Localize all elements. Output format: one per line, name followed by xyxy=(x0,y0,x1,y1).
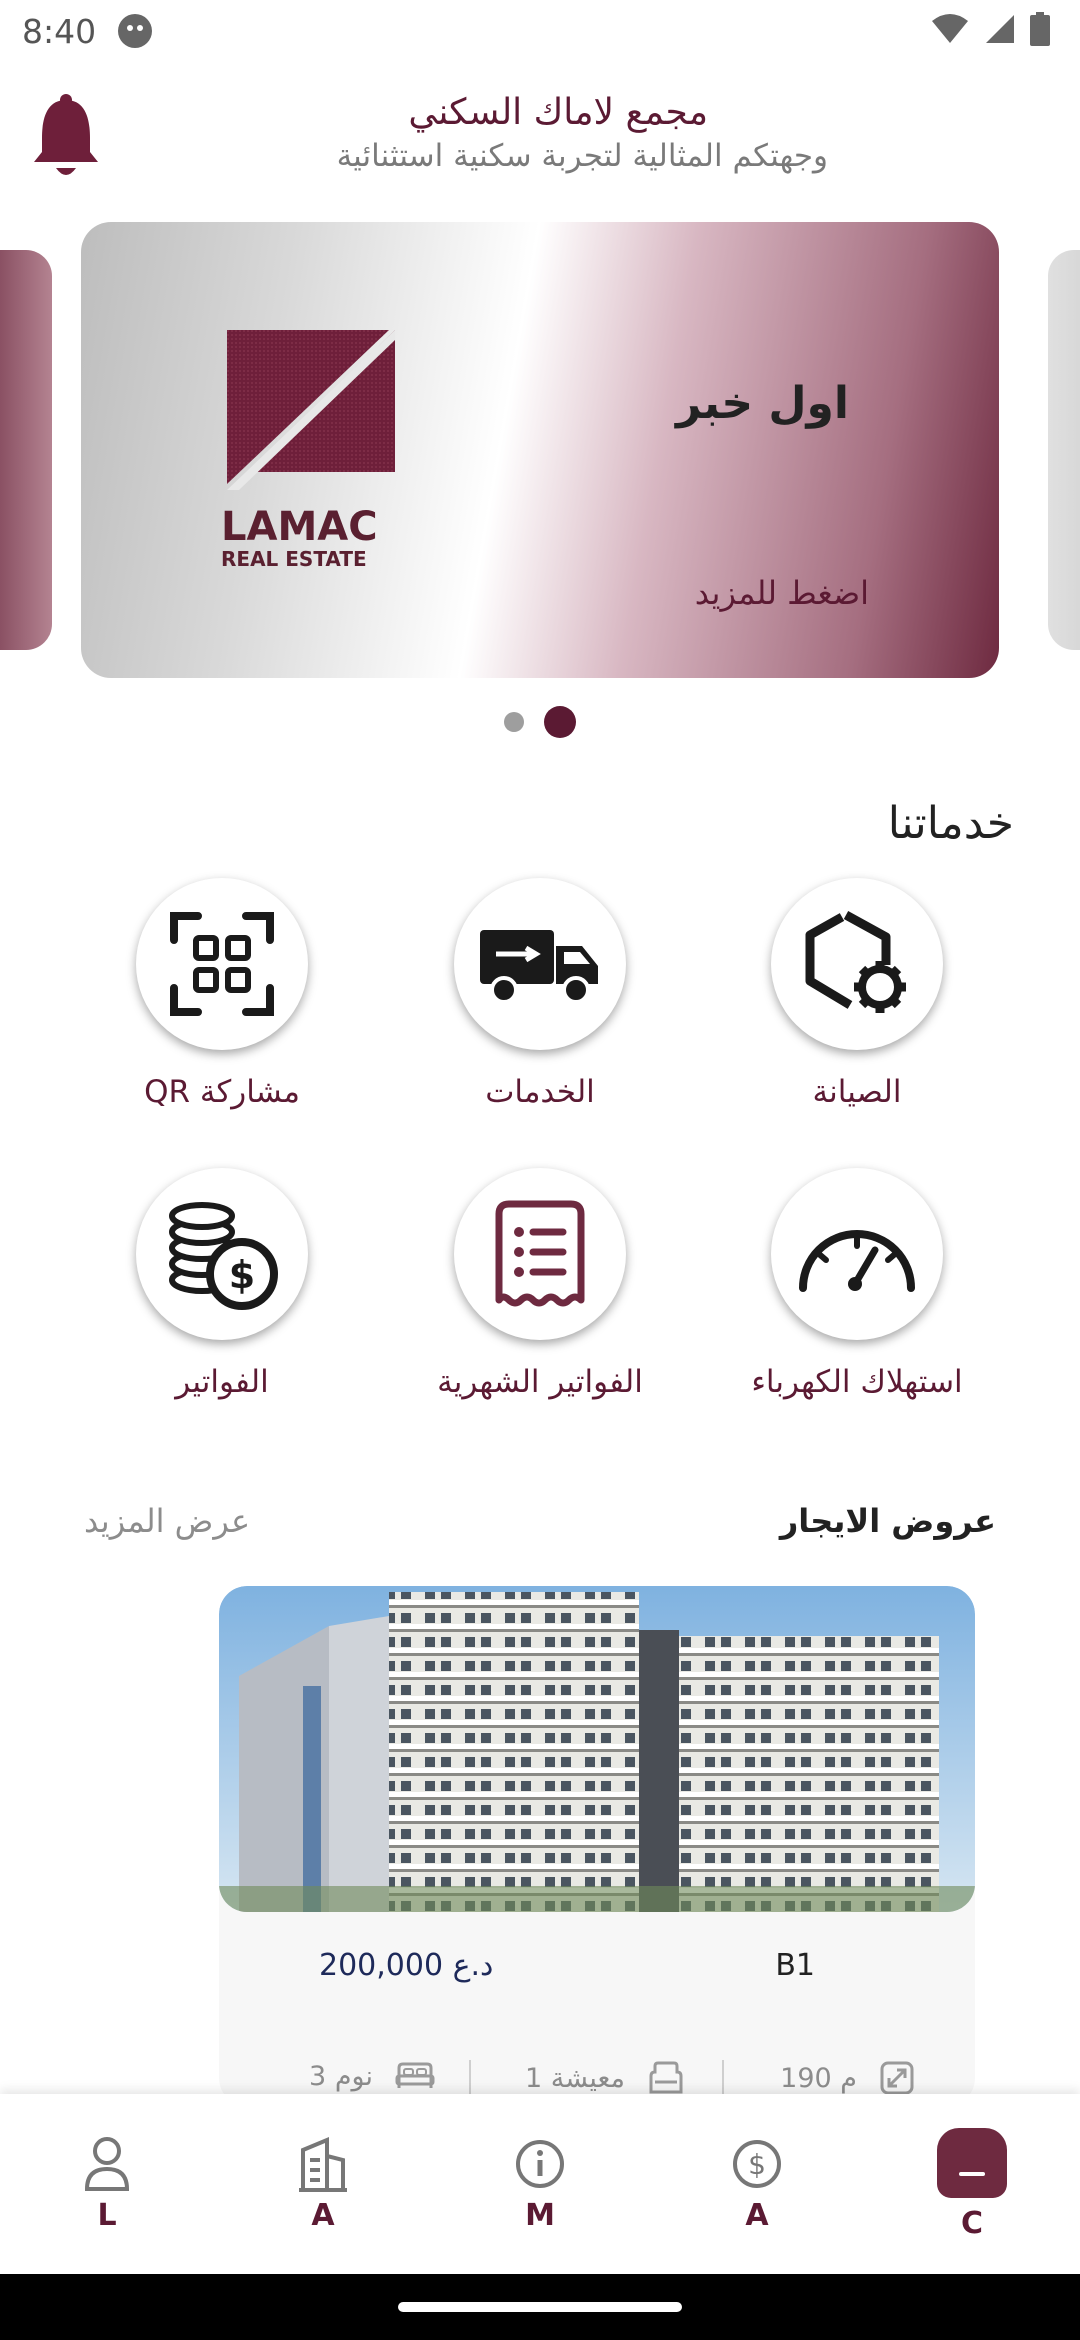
svg-text:REAL ESTATE: REAL ESTATE xyxy=(221,547,367,571)
service-bills[interactable]: $ الفواتير xyxy=(77,1168,367,1400)
rental-bedrooms: 3 نوم xyxy=(309,2060,435,2092)
nav-tab-c-active[interactable]: C xyxy=(912,2128,1032,2241)
rental-unit-code: B1 xyxy=(775,1948,815,1983)
rentals-see-more-link[interactable]: عرض المزيد xyxy=(84,1502,250,1540)
service-maintenance[interactable]: الصيانة xyxy=(712,878,1002,1110)
status-icons xyxy=(930,12,1050,46)
carousel-next-card[interactable] xyxy=(1048,250,1080,650)
rental-living-value: 1 معيشة xyxy=(525,2062,625,2094)
notification-bell-icon[interactable] xyxy=(30,92,102,182)
lamac-logo: LAMAC REAL ESTATE xyxy=(221,330,395,571)
service-label: الخدمات xyxy=(485,1074,595,1110)
news-card[interactable]: LAMAC REAL ESTATE اول خبر اضغط للمزيد xyxy=(81,222,999,678)
service-qr-share[interactable]: مشاركة QR xyxy=(77,878,367,1110)
building-icon xyxy=(299,2137,347,2192)
rental-area: 190 م xyxy=(780,2060,915,2096)
status-bar: 8:40 xyxy=(0,0,1080,62)
dollar-icon: $ xyxy=(733,2140,781,2188)
expand-icon xyxy=(880,2061,914,2095)
services-section-title: خدماتنا xyxy=(887,798,1014,849)
nav-tab-label: A xyxy=(311,2198,335,2233)
coins-icon: $ xyxy=(169,1202,278,1310)
carousel-indicator xyxy=(0,706,1080,738)
nav-tab-a-building[interactable]: A xyxy=(263,2134,383,2233)
nav-tab-label: L xyxy=(97,2198,117,2233)
svg-text:$: $ xyxy=(229,1253,255,1297)
notification-face-icon xyxy=(118,14,152,48)
battery-icon xyxy=(1030,12,1050,46)
rental-price: 200,000 د.ع xyxy=(319,1948,494,1983)
status-time: 8:40 xyxy=(22,12,97,51)
service-label: الفواتير الشهرية xyxy=(437,1364,643,1400)
nav-tab-label: C xyxy=(960,2206,984,2241)
rental-area-value: 190 م xyxy=(780,2062,857,2094)
home-indicator[interactable] xyxy=(398,2302,682,2312)
service-label: الفواتير xyxy=(175,1364,269,1400)
system-navigation-bar xyxy=(0,2274,1080,2340)
service-monthly-bills[interactable]: الفواتير الشهرية xyxy=(395,1168,685,1400)
nav-tab-a-payments[interactable]: $ A xyxy=(697,2134,817,2233)
news-carousel[interactable]: LAMAC REAL ESTATE اول خبر اضغط للمزيد xyxy=(0,222,1080,682)
qr-scan-icon xyxy=(170,912,274,1016)
bottom-navigation: L A M $ A C xyxy=(0,2094,1080,2274)
maintenance-gear-icon xyxy=(805,911,906,1013)
bed-icon xyxy=(395,2062,435,2088)
news-card-more-link[interactable]: اضغط للمزيد xyxy=(695,574,869,612)
home-tab-icon xyxy=(937,2128,1007,2198)
svg-text:$: $ xyxy=(748,2148,766,2181)
service-label: الصيانة xyxy=(812,1074,902,1110)
service-electricity[interactable]: استهلاك الكهرباء xyxy=(712,1168,1002,1400)
rentals-section-title: عروض الايجار xyxy=(779,1502,996,1540)
info-icon xyxy=(516,2140,564,2188)
rental-bedrooms-value: 3 نوم xyxy=(309,2060,373,2092)
nav-tab-m[interactable]: M xyxy=(480,2134,600,2233)
sofa-icon xyxy=(649,2061,683,2094)
receipt-icon xyxy=(495,1200,585,1307)
svg-text:LAMAC: LAMAC xyxy=(221,504,378,550)
wifi-icon xyxy=(932,14,968,43)
gauge-icon xyxy=(799,1230,915,1292)
signal-icon xyxy=(986,15,1014,43)
delivery-truck-icon xyxy=(480,930,598,1004)
carousel-prev-card[interactable] xyxy=(0,250,52,650)
rental-living: 1 معيشة xyxy=(525,2060,685,2096)
building-photo xyxy=(219,1586,975,1912)
nav-tab-label: A xyxy=(745,2198,769,2233)
carousel-dot-active[interactable] xyxy=(544,706,576,738)
page-subtitle: وجهتكم المثالية لتجربة سكنية استثنائية xyxy=(336,138,828,174)
rental-card[interactable]: 200,000 د.ع B1 190 م 1 معيشة 3 نوم xyxy=(219,1586,975,2106)
page-title: مجمع لاماك السكني xyxy=(408,92,708,133)
nav-tab-label: M xyxy=(525,2198,555,2233)
nav-tab-l[interactable]: L xyxy=(47,2134,167,2233)
service-services[interactable]: الخدمات xyxy=(395,878,685,1110)
person-icon xyxy=(84,2137,130,2191)
service-label: مشاركة QR xyxy=(144,1074,300,1110)
carousel-dot[interactable] xyxy=(504,712,524,732)
service-label: استهلاك الكهرباء xyxy=(751,1364,963,1400)
news-card-title: اول خبر xyxy=(676,378,849,429)
